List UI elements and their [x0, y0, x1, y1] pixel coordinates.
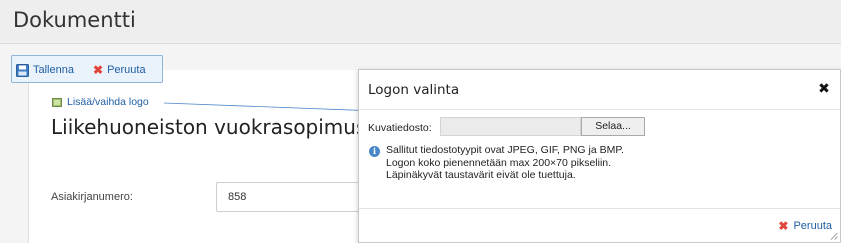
toolbar: Tallenna ✖ Peruuta: [11, 55, 163, 83]
dialog-footer-divider: [359, 208, 840, 209]
image-file-label: Kuvatiedosto:: [368, 122, 432, 134]
image-file-input[interactable]: [440, 117, 581, 136]
cancel-label: Peruuta: [107, 64, 146, 76]
dialog-cancel-label: Peruuta: [793, 220, 832, 232]
browse-button[interactable]: Selaa...: [581, 117, 645, 136]
document-number-input[interactable]: 858: [216, 182, 366, 212]
info-line: Logon koko pienennetään max 200×70 pikse…: [386, 156, 612, 169]
page-header: Dokumentti: [0, 0, 841, 44]
info-line: Sallitut tiedostotyypit ovat JPEG, GIF, …: [386, 144, 624, 156]
info-line: Läpinäkyvät taustavärit eivät ole tuettu…: [386, 169, 576, 181]
info-icon: i: [369, 146, 380, 157]
page-title: Dokumentti: [13, 8, 136, 32]
resize-grip-icon[interactable]: [830, 232, 838, 240]
document-number-label: Asiakirjanumero:: [51, 191, 133, 203]
add-change-logo-link[interactable]: Lisää/vaihda logo: [52, 96, 149, 108]
cancel-button[interactable]: ✖ Peruuta: [93, 62, 146, 78]
close-x-icon: ✖: [93, 63, 104, 77]
dialog-cancel-button[interactable]: ✖ Peruuta: [778, 220, 832, 232]
floppy-disk-icon: [16, 63, 29, 77]
logo-select-dialog: Logon valinta ✖ Kuvatiedosto: Selaa... i…: [358, 69, 841, 243]
save-button[interactable]: Tallenna: [16, 62, 74, 78]
dialog-divider: [359, 109, 840, 110]
close-x-icon: ✖: [778, 219, 789, 233]
document-title: Liikehuoneiston vuokrasopimus: [51, 115, 367, 139]
close-icon[interactable]: ✖: [817, 82, 831, 96]
dialog-title: Logon valinta: [368, 82, 460, 98]
image-icon: [52, 97, 62, 107]
save-label: Tallenna: [33, 64, 74, 76]
info-text: Sallitut tiedostotyypit ovat JPEG, GIF, …: [386, 144, 624, 182]
logo-link-label: Lisää/vaihda logo: [67, 96, 149, 108]
